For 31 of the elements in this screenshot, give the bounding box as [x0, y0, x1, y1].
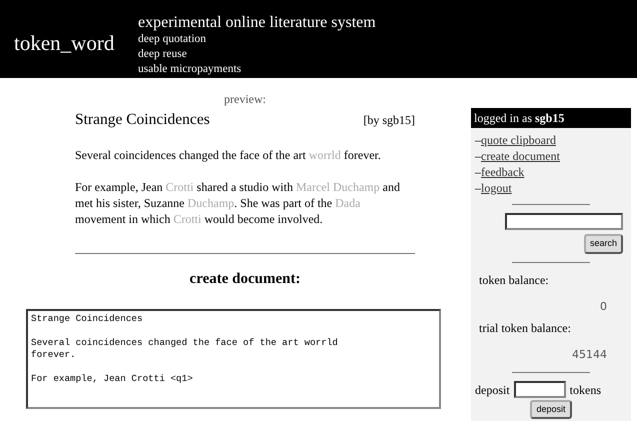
deposit-field[interactable]: [514, 381, 566, 398]
unit-label: tokens: [570, 382, 602, 398]
deposit-button[interactable]: deposit: [530, 400, 572, 419]
body-paragraph: For example, Jean Crotti shared a studio with Marcel Duchamp and met his sister, Suzanne Duchamp. She was part of the Dada movement in which Crotti would become involved.: [75, 179, 401, 228]
balance-value: 0: [600, 300, 607, 312]
dash-mark: –: [475, 181, 481, 195]
balance-label: token balance:: [478, 272, 550, 288]
nav-link[interactable]: logout: [481, 181, 512, 195]
section-heading: create document:: [188, 270, 302, 290]
login-status: logged in as sgb15: [471, 108, 631, 128]
site-tagline: experimental online literature system: [138, 14, 376, 32]
site-logo[interactable]: token_word: [14, 28, 138, 78]
search-field[interactable]: [505, 213, 623, 230]
document-title: Strange Coincidences: [75, 110, 210, 130]
nav-link[interactable]: feedback: [481, 165, 524, 179]
feature-text: deep reuse: [138, 47, 188, 62]
balance-value: 45144: [572, 348, 607, 361]
feature-text: deep quotation: [138, 32, 208, 47]
nav-link[interactable]: create document: [481, 149, 560, 163]
search-button[interactable]: search: [584, 234, 623, 254]
dash-mark: –: [475, 165, 481, 179]
dash-mark: –: [475, 149, 481, 163]
deposit-label: deposit: [475, 382, 510, 398]
feature-text: usable micropayments: [138, 62, 242, 77]
dash-mark: –: [475, 133, 481, 147]
document-editor[interactable]: Strange Coincidences Several coincidences changed the face of the art worrld forever. For example, Jean Crotti <q1>: [26, 308, 441, 409]
balance-label: trial token balance:: [478, 320, 572, 337]
author-byline: [by sgb15]: [363, 112, 415, 129]
body-paragraph: Several coincidences changed the face of the art worrld forever.: [75, 147, 382, 164]
preview-label: preview:: [223, 91, 267, 108]
nav-link[interactable]: quote clipboard: [481, 133, 556, 147]
